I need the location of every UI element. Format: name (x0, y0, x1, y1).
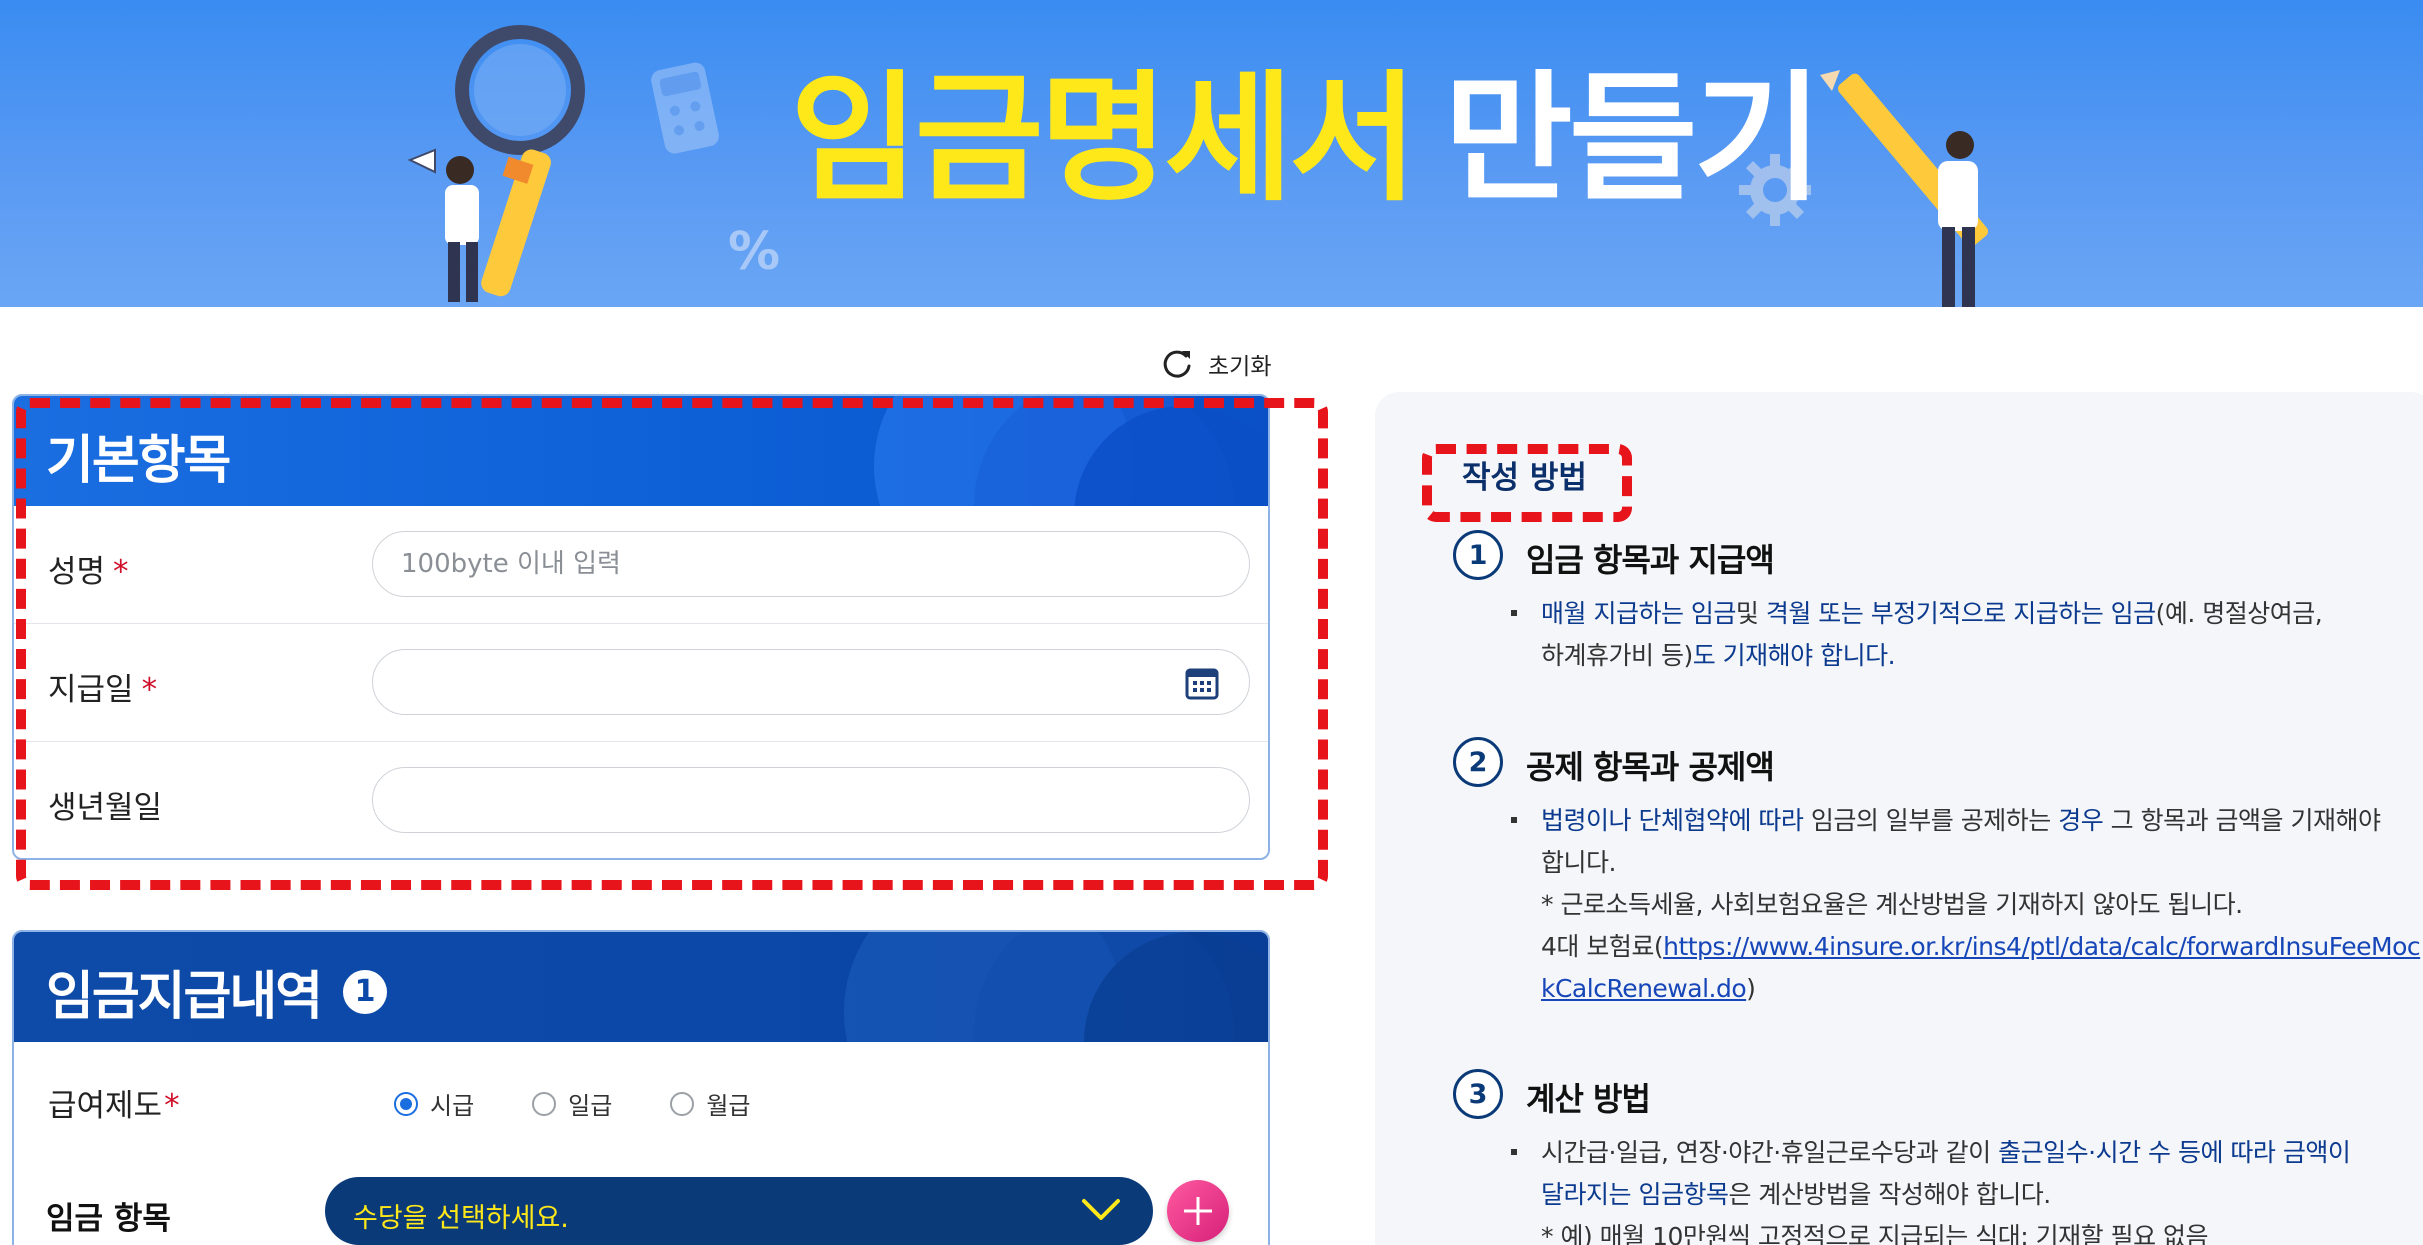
step-1-title: 임금 항목과 지급액 (1526, 541, 1775, 579)
pencil-person-illustration (1820, 70, 1988, 307)
add-allowance-button[interactable] (1167, 1180, 1229, 1242)
pay-system-row: 급여제도* 시급 일급 월급 (14, 1042, 1268, 1154)
chevron-down-icon (1082, 1199, 1120, 1220)
step-3-title: 계산 방법 (1526, 1080, 1651, 1118)
wage-badge: 1 (343, 969, 388, 1014)
header-banner: % 임금명세서 만들기 (0, 0, 2423, 307)
step-3-body: 시간급·일급, 연장·야간·휴일근로수당과 같이 출근일수·시간 수 등에 따라… (1511, 1132, 2423, 1245)
banner-title: 임금명세서 만들기 (790, 70, 1822, 210)
reset-button[interactable]: 초기화 (1160, 347, 1271, 381)
radio-hourly-dot (394, 1091, 418, 1116)
allowance-select[interactable]: 수당을 선택하세요. (325, 1177, 1153, 1245)
step-2-number: 2 (1453, 737, 1503, 787)
pay-system-label: 급여제도* (48, 1088, 180, 1124)
radio-hourly[interactable]: 시급 (394, 1086, 474, 1121)
pay-system-options: 시급 일급 월급 (394, 1086, 751, 1121)
banner-title-rest: 만들기 (1444, 58, 1822, 221)
step-1-body: 매월 지급하는 임금및 격월 또는 부정기적으로 지급하는 임금(예. 명절상여… (1511, 593, 2423, 677)
reset-label: 초기화 (1208, 354, 1272, 380)
wage-header: 임금지급내역 1 (14, 932, 1268, 1042)
radio-monthly[interactable]: 월급 (670, 1086, 751, 1121)
banner-title-highlight: 임금명세서 (790, 58, 1418, 221)
step-2-body: 법령이나 단체협약에 따라 임금의 일부를 공제하는 경우 그 항목과 금액을 … (1511, 800, 2423, 1010)
magnifier-person-illustration (407, 25, 585, 302)
step-2-title: 공제 항목과 공제액 (1526, 748, 1775, 786)
calculator-icon (651, 62, 719, 154)
insurance-calc-link-cont[interactable]: kCalcRenewal.do (1541, 974, 1747, 1003)
allowance-select-text: 수당을 선택하세요. (353, 1203, 569, 1234)
guide-title: 작성 방법 (1462, 460, 1587, 496)
refresh-icon (1163, 350, 1191, 378)
highlight-box-basic (16, 398, 1328, 890)
wage-item-label: 임금 항목 (46, 1201, 171, 1237)
radio-daily-dot (532, 1091, 557, 1116)
percent-icon: % (728, 222, 781, 282)
insurance-calc-link[interactable]: https://www.4insure.or.kr/ins4/ptl/data/… (1663, 932, 2421, 961)
radio-monthly-dot (670, 1091, 695, 1116)
step-3-number: 3 (1453, 1069, 1503, 1119)
step-1-number: 1 (1453, 530, 1503, 580)
radio-daily[interactable]: 일급 (532, 1086, 612, 1121)
wage-title: 임금지급내역 1 (46, 954, 388, 1029)
